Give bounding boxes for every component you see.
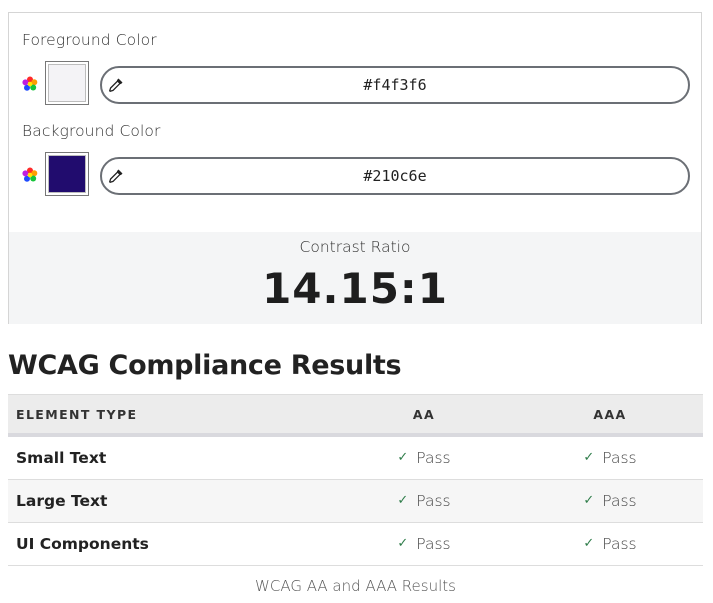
aa-result-cell: ✓ Pass: [331, 522, 517, 566]
foreground-hex-input[interactable]: [126, 68, 664, 102]
element-type-cell: UI Components: [8, 522, 331, 566]
element-type-cell: Small Text: [8, 435, 331, 480]
table-header-row: ELEMENT TYPE AA AAA: [8, 394, 703, 437]
eyedropper-icon[interactable]: [108, 168, 124, 184]
compliance-results-table: ELEMENT TYPE AA AAA Small Text ✓ Pass ✓ Pa…: [8, 394, 703, 566]
color-wheel-icon[interactable]: [22, 167, 38, 183]
background-color-row: [9, 152, 701, 200]
column-header-aa: AA: [331, 394, 517, 437]
table-row: Small Text ✓ Pass ✓ Pass: [8, 435, 703, 480]
checkmark-icon: ✓: [583, 450, 595, 465]
eyedropper-icon[interactable]: [108, 77, 124, 93]
background-hex-input[interactable]: [126, 159, 664, 193]
background-hex-field[interactable]: [100, 157, 690, 195]
background-swatch-fill: [48, 155, 86, 193]
aaa-result-cell: ✓ Pass: [517, 522, 703, 566]
checkmark-icon: ✓: [583, 493, 595, 508]
color-wheel-icon[interactable]: [22, 76, 38, 92]
aa-result-text: Pass: [416, 492, 451, 510]
foreground-swatch[interactable]: [45, 61, 89, 105]
background-color-label: Background Color: [22, 122, 161, 140]
table-row: Large Text ✓ Pass ✓ Pass: [8, 479, 703, 523]
color-contrast-panel: Foreground Color Background Color: [8, 12, 702, 324]
contrast-ratio-value: 14.15:1: [262, 264, 448, 313]
contrast-ratio-box: Contrast Ratio 14.15:1: [9, 232, 701, 324]
checkmark-icon: ✓: [397, 536, 409, 551]
aaa-result-cell: ✓ Pass: [517, 479, 703, 523]
aa-result-text: Pass: [416, 535, 451, 553]
foreground-color-row: [9, 61, 701, 109]
contrast-ratio-label: Contrast Ratio: [299, 238, 411, 256]
checkmark-icon: ✓: [397, 493, 409, 508]
aaa-result-cell: ✓ Pass: [517, 435, 703, 480]
aaa-result-text: Pass: [602, 492, 637, 510]
foreground-swatch-fill: [48, 64, 86, 102]
foreground-color-label: Foreground Color: [22, 31, 157, 49]
column-header-element-type: ELEMENT TYPE: [8, 394, 331, 437]
foreground-hex-field[interactable]: [100, 66, 690, 104]
background-swatch[interactable]: [45, 152, 89, 196]
column-header-aaa: AAA: [517, 394, 703, 437]
aa-result-cell: ✓ Pass: [331, 479, 517, 523]
aaa-result-text: Pass: [602, 449, 637, 467]
table-caption: WCAG AA and AAA Results: [255, 577, 456, 595]
aa-result-text: Pass: [416, 449, 451, 467]
checkmark-icon: ✓: [583, 536, 595, 551]
aaa-result-text: Pass: [602, 535, 637, 553]
element-type-cell: Large Text: [8, 479, 331, 523]
checkmark-icon: ✓: [397, 450, 409, 465]
table-row: UI Components ✓ Pass ✓ Pass: [8, 522, 703, 566]
compliance-section-title: WCAG Compliance Results: [8, 350, 402, 381]
aa-result-cell: ✓ Pass: [331, 435, 517, 480]
